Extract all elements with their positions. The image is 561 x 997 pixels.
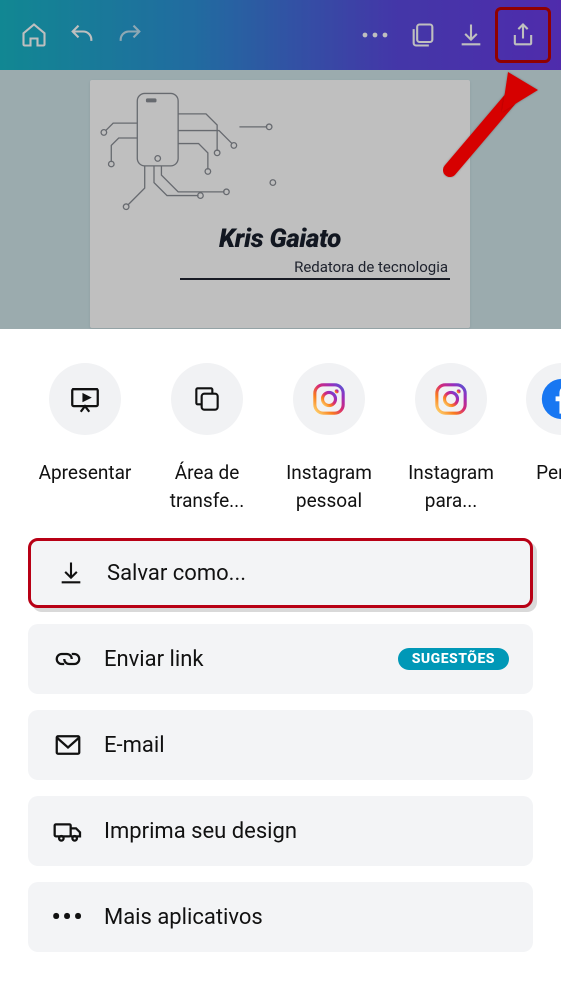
share-sheet: Apresentar Área de transfe... Instagram … [0,329,561,997]
option-label: E-mail [104,733,509,758]
option-email[interactable]: E-mail [28,710,533,780]
share-target-label: Área de transfe... [146,459,268,514]
share-target-label: Instagram pessoal [268,459,390,514]
design-card[interactable]: Kris Gaiato Redatora de tecnologia [90,80,470,328]
card-role: Redatora de tecnologia [90,258,448,276]
facebook-icon [540,377,561,421]
truck-icon [52,815,84,847]
present-icon [68,382,102,416]
pages-button[interactable] [399,11,447,59]
share-target-label: Apresentar [24,459,146,487]
tech-illustration [98,86,288,216]
option-send-link[interactable]: Enviar link SUGESTÕES [28,624,533,694]
undo-icon [68,21,96,49]
pages-icon [409,21,437,49]
share-target-label: Instagram para... [390,459,512,514]
download-icon [457,21,485,49]
editor-top-region: Kris Gaiato Redatora de tecnologia [0,0,561,329]
redo-icon [116,21,144,49]
option-more-apps[interactable]: ••• Mais aplicativos [28,882,533,952]
more-button[interactable] [351,11,399,59]
toolbar [0,0,561,70]
share-target-present[interactable]: Apresentar [24,363,146,514]
home-icon [20,21,48,49]
instagram-icon [312,382,346,416]
option-save-as[interactable]: Salvar como... [28,538,533,608]
download-button[interactable] [447,11,495,59]
more-icon: ••• [52,901,84,933]
email-icon [52,729,84,761]
home-button[interactable] [10,11,58,59]
more-icon [361,31,389,39]
instagram-icon [434,382,468,416]
option-label: Enviar link [104,647,398,672]
card-underline [180,278,450,280]
share-target-instagram-for[interactable]: Instagram para... [390,363,512,514]
link-icon [52,643,84,675]
copy-icon [191,383,223,415]
option-label: Salvar como... [107,561,506,586]
share-icon [509,21,537,49]
suggestions-badge: SUGESTÕES [398,648,509,670]
undo-button[interactable] [58,11,106,59]
share-target-facebook-profile[interactable]: Per Face [512,363,561,514]
share-target-clipboard[interactable]: Área de transfe... [146,363,268,514]
download-icon [55,557,87,589]
share-target-label: Per Face [512,459,561,487]
share-button[interactable] [495,7,551,63]
option-label: Imprima seu design [104,819,509,844]
option-print[interactable]: Imprima seu design [28,796,533,866]
share-targets-row: Apresentar Área de transfe... Instagram … [0,363,561,514]
redo-button[interactable] [106,11,154,59]
share-options-list: Salvar como... Enviar link SUGESTÕES E-m… [0,514,561,952]
option-label: Mais aplicativos [104,905,509,930]
share-target-instagram-personal[interactable]: Instagram pessoal [268,363,390,514]
card-name: Kris Gaiato [90,224,470,254]
